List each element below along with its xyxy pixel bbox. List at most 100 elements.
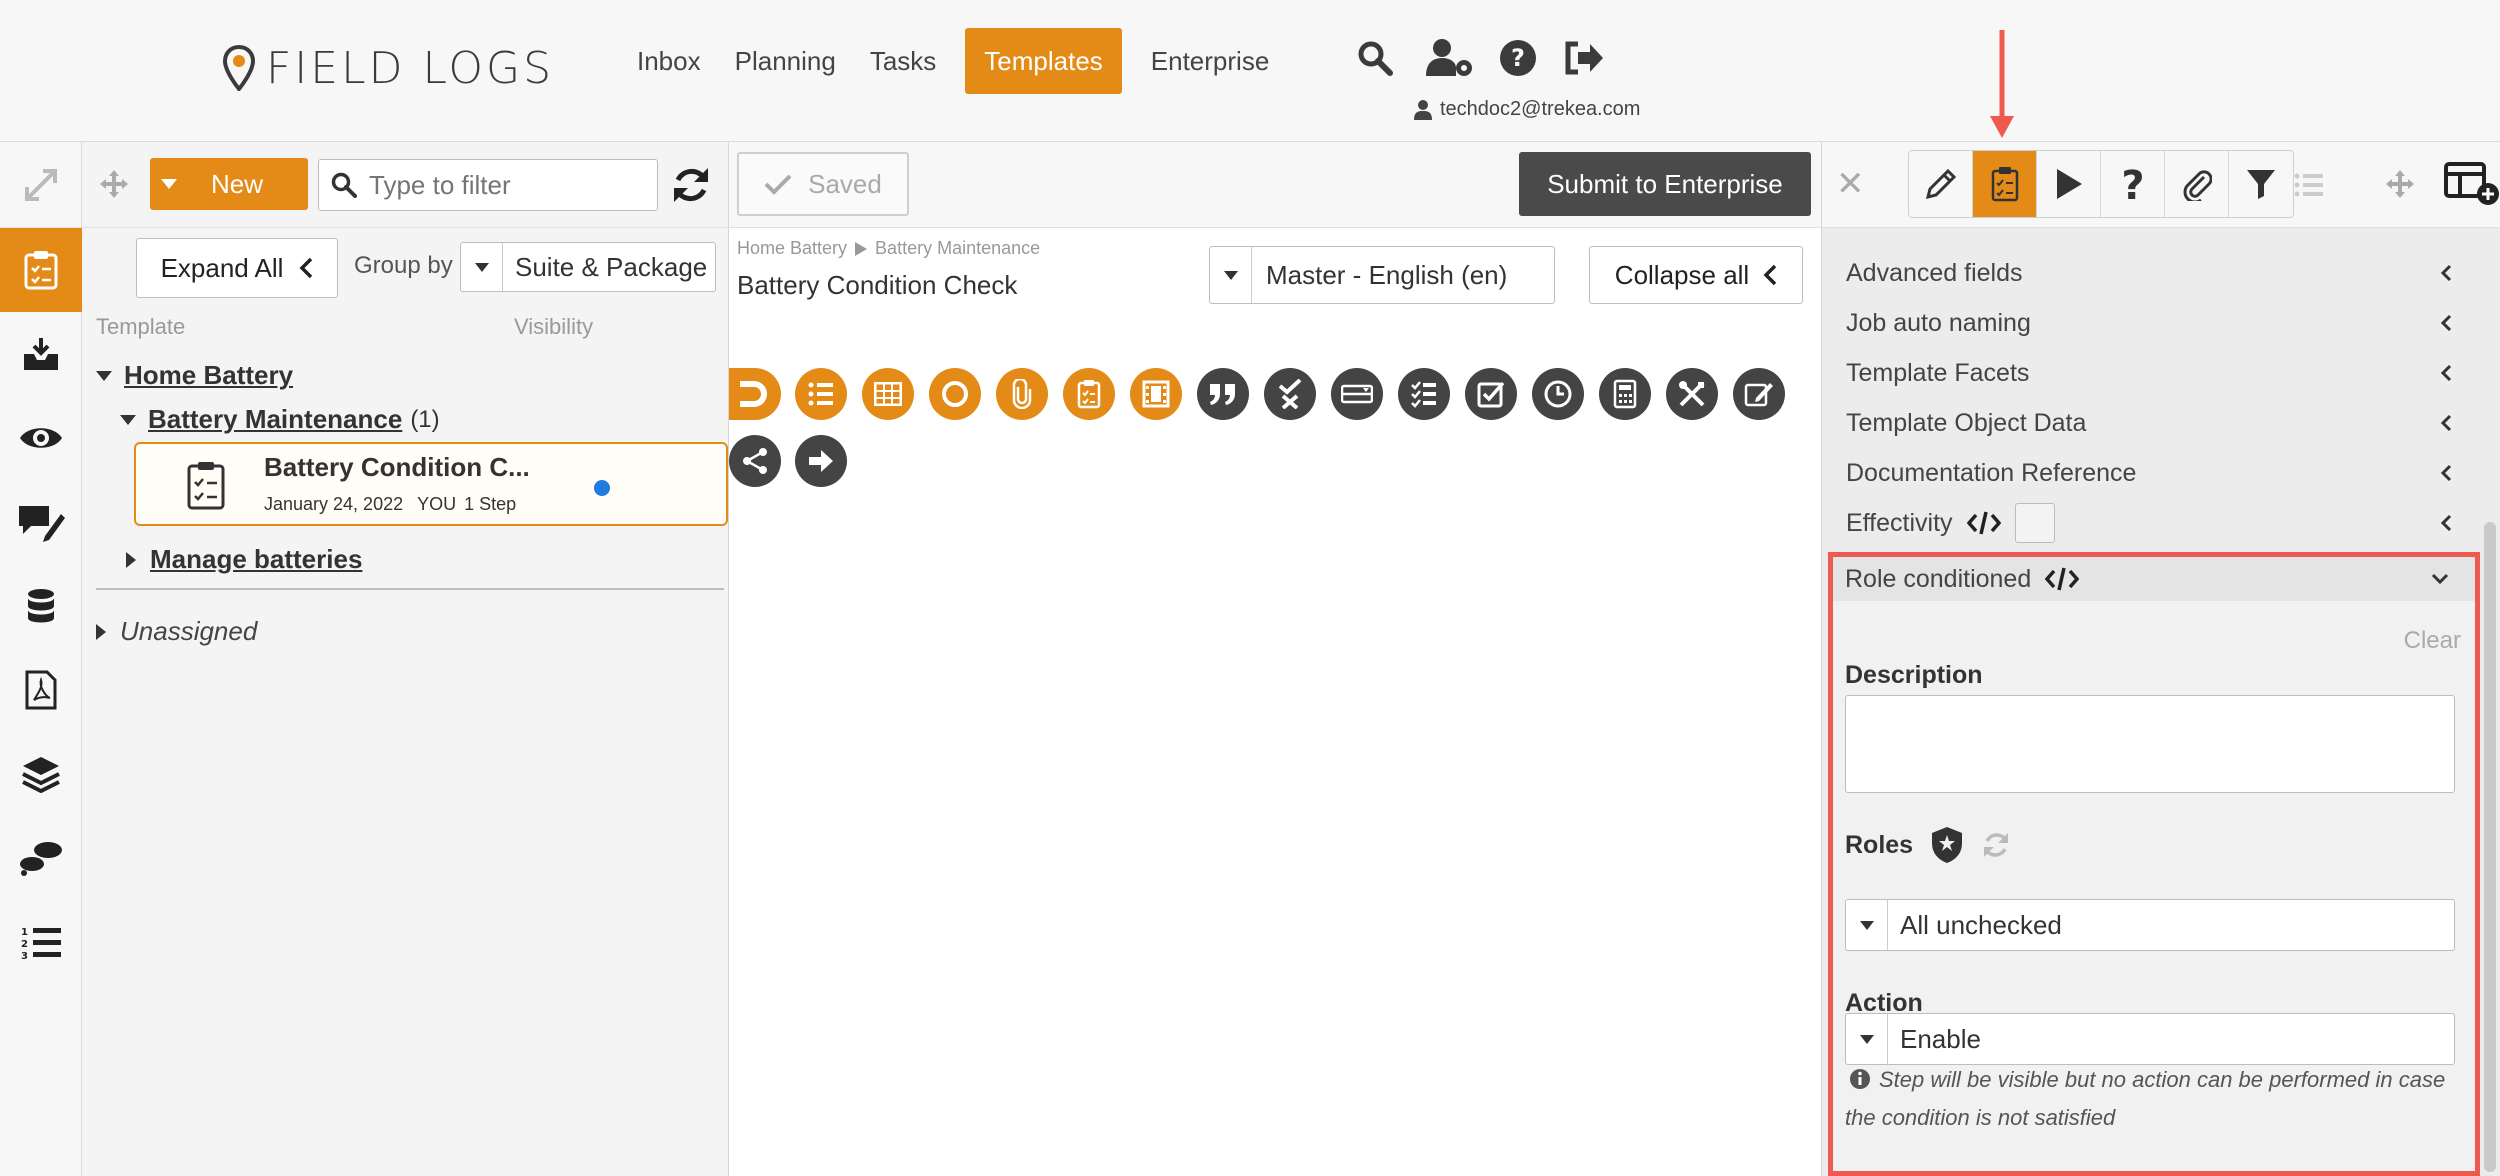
language-select[interactable]: Master - English (en) (1209, 246, 1555, 304)
tab-filter-icon[interactable] (2229, 151, 2293, 217)
sidebar-database-icon[interactable] (0, 564, 82, 648)
expand-all-button[interactable]: Expand All (136, 238, 338, 298)
signature-tool-icon[interactable] (1733, 368, 1785, 420)
nav-enterprise[interactable]: Enterprise (1134, 28, 1287, 94)
share-tool-icon[interactable] (729, 435, 781, 487)
move-handle-icon[interactable] (98, 168, 130, 205)
table-tool-icon[interactable] (862, 368, 914, 420)
suite-label[interactable]: Home Battery (124, 360, 293, 391)
next-arrow-tool-icon[interactable] (795, 435, 847, 487)
attachment-tool-icon[interactable] (996, 368, 1048, 420)
nav-templates[interactable]: Templates (965, 28, 1122, 94)
package-label[interactable]: Manage batteries (150, 544, 362, 575)
filter-field[interactable] (318, 159, 658, 211)
breadcrumb-item[interactable]: Home Battery (737, 238, 847, 259)
tab-edit-icon[interactable] (1909, 151, 1973, 217)
sidebar-inbox-icon[interactable] (0, 312, 82, 396)
action-select[interactable]: Enable (1845, 1013, 2455, 1065)
svg-text:?: ? (1511, 44, 1525, 72)
task-list-tool-icon[interactable] (1398, 368, 1450, 420)
move-handle-icon[interactable] (2384, 168, 2416, 205)
section-advanced-fields[interactable]: Advanced fields (1822, 248, 2482, 298)
tab-template-properties-icon[interactable] (1973, 151, 2037, 217)
film-tool-icon[interactable] (1130, 368, 1182, 420)
sidebar-steps-icon[interactable] (0, 816, 82, 900)
tree-package-manage-batteries[interactable]: Manage batteries (126, 544, 362, 575)
clock-tool-icon[interactable] (1532, 368, 1584, 420)
caret-down-icon[interactable] (1846, 1014, 1888, 1064)
unassigned-label[interactable]: Unassigned (120, 616, 257, 647)
collapsed-caret-icon[interactable] (96, 623, 106, 640)
roles-label-row: Roles (1845, 825, 2011, 865)
description-field[interactable] (1845, 695, 2455, 793)
magnet-tool-icon[interactable] (729, 368, 781, 420)
close-icon[interactable]: ✕ (1836, 164, 1865, 204)
section-effectivity[interactable]: Effectivity (1822, 498, 2482, 548)
section-label: Role conditioned (1845, 564, 2032, 593)
breadcrumb-item[interactable]: Battery Maintenance (875, 238, 1040, 259)
sidebar-comments-icon[interactable] (0, 480, 82, 564)
expand-view-icon[interactable] (0, 142, 81, 228)
template-card-selected[interactable]: Battery Condition C... January 24, 2022 … (134, 442, 728, 526)
section-job-auto-naming[interactable]: Job auto naming (1822, 298, 2482, 348)
sidebar-templates-icon[interactable] (0, 228, 82, 312)
roles-select[interactable]: All unchecked (1845, 899, 2455, 951)
template-editor: Saved Submit to Enterprise Home Battery … (729, 142, 1821, 1176)
caret-down-icon[interactable] (461, 243, 503, 291)
submit-to-enterprise-button[interactable]: Submit to Enterprise (1519, 152, 1811, 216)
effectivity-toggle-box[interactable] (2014, 503, 2055, 543)
section-documentation-reference[interactable]: Documentation Reference (1822, 448, 2482, 498)
properties-scrollbar[interactable] (2484, 522, 2496, 1172)
radio-tool-icon[interactable] (929, 368, 981, 420)
caret-down-icon[interactable] (150, 179, 188, 189)
logout-icon[interactable] (1564, 38, 1604, 78)
svg-text:1: 1 (21, 927, 28, 938)
tree-suite-home-battery[interactable]: Home Battery (96, 360, 293, 391)
expanded-caret-icon[interactable] (120, 414, 136, 425)
caret-down-icon[interactable] (1210, 247, 1252, 303)
collapse-all-button[interactable]: Collapse all (1589, 246, 1803, 304)
checklist-tool-icon[interactable] (1063, 368, 1115, 420)
refresh-icon[interactable] (670, 164, 712, 211)
dropdown-field-tool-icon[interactable] (1331, 368, 1383, 420)
collapsed-caret-icon[interactable] (126, 551, 136, 568)
clear-button[interactable]: Clear (2404, 627, 2461, 655)
properties-panel: ✕ ? Advanced fields Job auto naming Temp… (1821, 142, 2500, 1176)
section-template-facets[interactable]: Template Facets (1822, 348, 2482, 398)
role-conditioned-header[interactable]: Role conditioned (1833, 557, 2475, 601)
tools-tool-icon[interactable] (1666, 368, 1718, 420)
filter-input[interactable] (369, 169, 639, 201)
search-icon[interactable] (1355, 38, 1395, 78)
sync-icon[interactable] (1981, 830, 2011, 860)
sidebar-list-icon[interactable]: 123 (0, 900, 82, 984)
checkbox-tool-icon[interactable] (1465, 368, 1517, 420)
sidebar-layers-icon[interactable] (0, 732, 82, 816)
expanded-caret-icon[interactable] (96, 370, 112, 381)
quote-tool-icon[interactable] (1197, 368, 1249, 420)
package-label[interactable]: Battery Maintenance (148, 404, 402, 435)
nav-inbox[interactable]: Inbox (620, 28, 718, 94)
user-settings-icon[interactable] (1425, 38, 1475, 78)
chevron-left-icon (2440, 314, 2452, 332)
sidebar-view-icon[interactable] (0, 396, 82, 480)
nav-tasks[interactable]: Tasks (853, 28, 953, 94)
tree-package-battery-maintenance[interactable]: Battery Maintenance (1) (120, 404, 440, 435)
calculator-tool-icon[interactable] (1599, 368, 1651, 420)
section-template-object-data[interactable]: Template Object Data (1822, 398, 2482, 448)
caret-down-icon[interactable] (1846, 900, 1888, 950)
tab-attachment-icon[interactable] (2165, 151, 2229, 217)
sidebar-pdf-icon[interactable] (0, 648, 82, 732)
app-logo[interactable]: FIELD LOGS (222, 40, 554, 96)
help-icon[interactable]: ? (1498, 38, 1538, 78)
nav-planning[interactable]: Planning (718, 28, 853, 94)
new-template-button[interactable]: New (150, 158, 308, 210)
tab-play-icon[interactable] (2037, 151, 2101, 217)
chevron-left-icon (2440, 414, 2452, 432)
tree-unassigned[interactable]: Unassigned (96, 616, 257, 647)
check-cross-tool-icon[interactable] (1264, 368, 1316, 420)
group-by-select[interactable]: Suite & Package (460, 242, 716, 292)
numbered-list-tool-icon[interactable] (795, 368, 847, 420)
add-panel-icon[interactable] (2444, 158, 2500, 213)
saved-button[interactable]: Saved (737, 152, 909, 216)
tab-help-icon[interactable]: ? (2101, 151, 2165, 217)
